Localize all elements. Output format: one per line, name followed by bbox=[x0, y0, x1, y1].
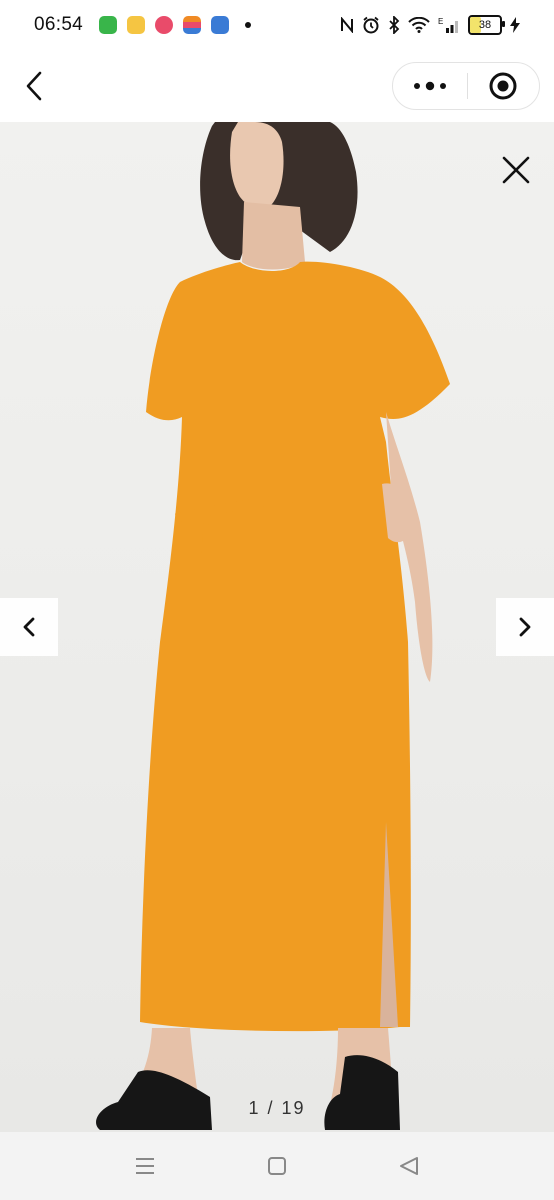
wechat-notification-icon bbox=[99, 16, 118, 34]
svg-text:E: E bbox=[438, 17, 443, 26]
menu-button[interactable] bbox=[132, 1154, 158, 1178]
image-viewer[interactable]: 1 / 19 bbox=[0, 122, 554, 1132]
battery-level: 38 bbox=[478, 19, 492, 31]
status-left: 06:54 bbox=[34, 14, 252, 36]
system-nav-bar bbox=[0, 1132, 554, 1200]
back-triangle-icon bbox=[400, 1157, 418, 1175]
status-time: 06:54 bbox=[34, 14, 84, 35]
nfc-icon bbox=[341, 17, 353, 33]
signal-icon: E bbox=[438, 17, 458, 33]
chat-notification-icon bbox=[211, 16, 230, 34]
flag-notification-icon bbox=[183, 16, 202, 34]
chevron-right-icon bbox=[519, 617, 531, 637]
charging-icon bbox=[510, 17, 520, 33]
home-square-icon bbox=[268, 1157, 286, 1175]
counter-current: 1 bbox=[248, 1098, 261, 1118]
more-notifications-dot bbox=[245, 22, 252, 28]
status-right: E 38 bbox=[340, 15, 520, 35]
status-bar: 06:54 E 38 bbox=[0, 0, 554, 50]
mail-notification-icon bbox=[127, 16, 146, 34]
close-icon bbox=[502, 156, 530, 184]
product-photo bbox=[96, 122, 450, 1130]
previous-image-button[interactable] bbox=[0, 598, 58, 656]
back-button[interactable] bbox=[20, 70, 50, 102]
chevron-left-icon bbox=[23, 617, 35, 637]
wifi-icon bbox=[408, 17, 430, 33]
system-back-button[interactable] bbox=[396, 1154, 422, 1178]
close-miniprogram-button[interactable] bbox=[468, 63, 540, 109]
close-viewer-button[interactable] bbox=[496, 150, 536, 190]
more-button[interactable] bbox=[393, 63, 467, 109]
image-counter: 1 / 19 bbox=[0, 1098, 554, 1119]
alarm-icon bbox=[363, 16, 379, 34]
counter-separator: / bbox=[267, 1098, 275, 1118]
menu-icon bbox=[136, 1158, 154, 1174]
more-dots-icon bbox=[413, 81, 446, 91]
bluetooth-icon bbox=[389, 16, 400, 34]
app-notification-icon bbox=[155, 16, 174, 34]
mini-program-capsule bbox=[392, 62, 540, 110]
battery-icon: 38 bbox=[468, 15, 505, 35]
counter-total: 19 bbox=[281, 1098, 306, 1118]
home-button[interactable] bbox=[264, 1154, 290, 1178]
next-image-button[interactable] bbox=[496, 598, 554, 656]
target-icon bbox=[489, 72, 517, 100]
chevron-left-icon bbox=[26, 71, 42, 101]
